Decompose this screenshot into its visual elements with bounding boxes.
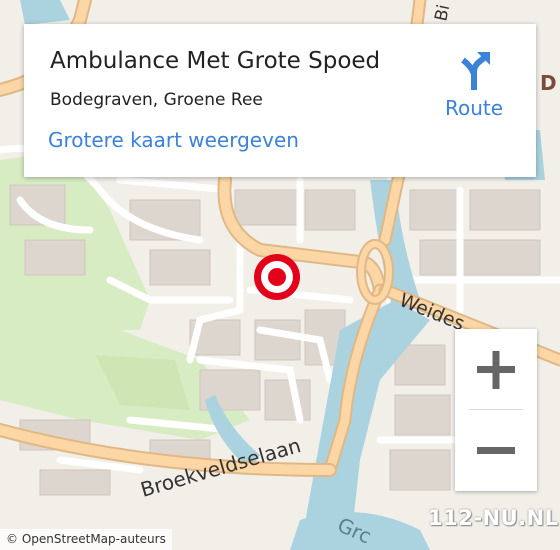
route-label: Route bbox=[444, 96, 504, 120]
minus-icon bbox=[477, 447, 515, 454]
map-attribution[interactable]: © OpenStreetMap-auteurs bbox=[0, 529, 172, 550]
zoom-out-button[interactable] bbox=[455, 410, 537, 490]
zoom-in-button[interactable] bbox=[455, 329, 537, 409]
info-card: Ambulance Met Grote Spoed Bodegraven, Gr… bbox=[24, 24, 536, 177]
incident-title: Ambulance Met Grote Spoed bbox=[50, 48, 381, 74]
incident-location: Bodegraven, Groene Ree bbox=[50, 90, 263, 110]
larger-map-link[interactable]: Grotere kaart weergeven bbox=[48, 128, 299, 152]
route-arrow-icon bbox=[461, 52, 490, 90]
zoom-control bbox=[455, 329, 537, 491]
street-label-edge-right: D bbox=[540, 71, 557, 95]
route-button[interactable]: Route bbox=[436, 50, 512, 124]
watermark-logo: 112-NU.NL bbox=[428, 506, 559, 530]
plus-icon bbox=[477, 351, 515, 389]
location-marker[interactable] bbox=[254, 254, 300, 300]
